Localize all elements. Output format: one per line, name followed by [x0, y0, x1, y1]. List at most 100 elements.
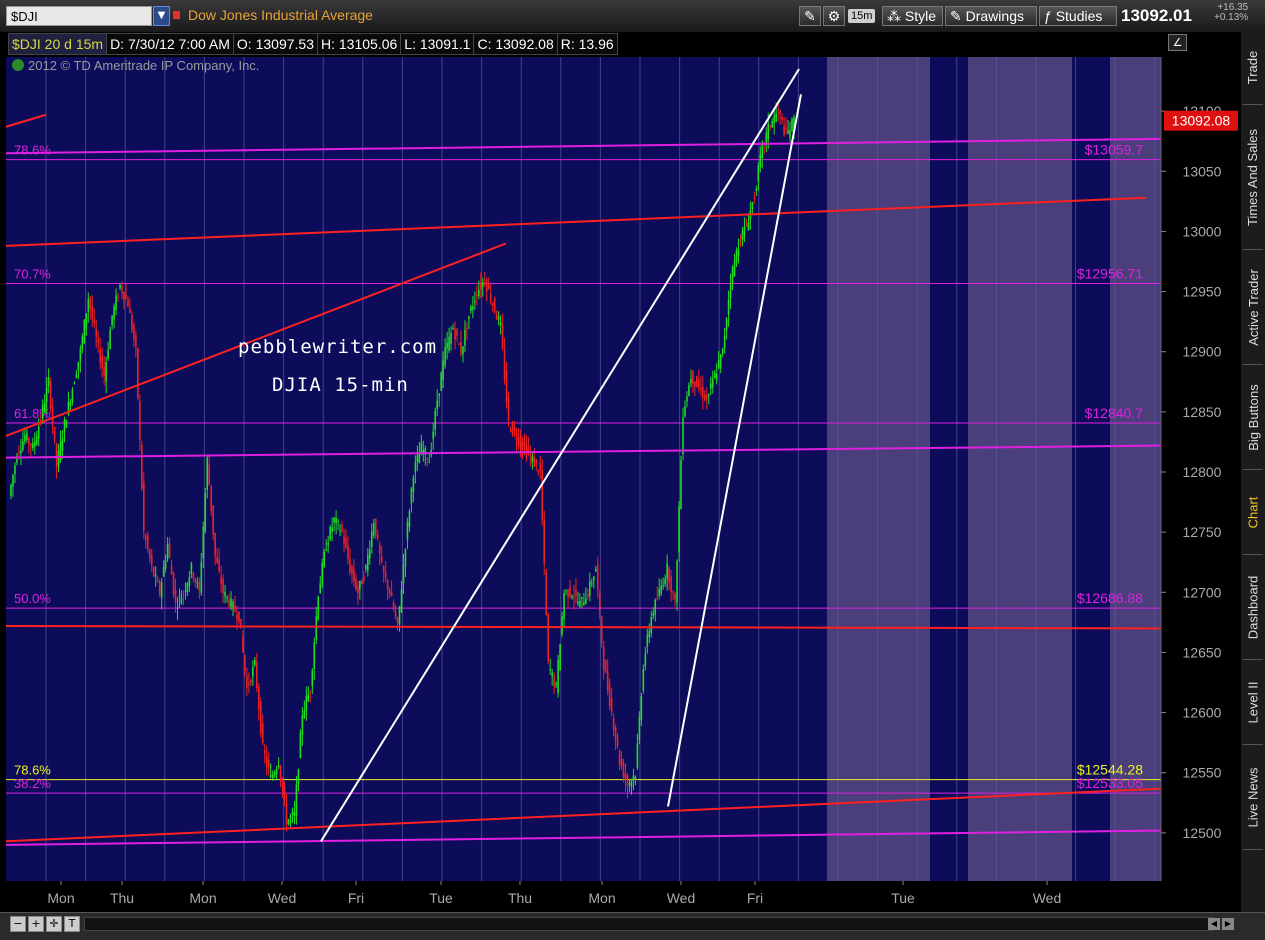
candle-body — [390, 592, 393, 597]
candle-body — [144, 534, 147, 541]
future-shade-band — [1110, 57, 1161, 881]
candle-body — [380, 556, 383, 563]
candle-body — [214, 532, 216, 556]
candle-body — [481, 282, 484, 287]
candle-body — [331, 527, 333, 533]
settings-button[interactable]: ⚙ — [823, 6, 845, 26]
candle-body — [612, 717, 615, 730]
side-tab-live-news[interactable]: Live News — [1241, 747, 1265, 847]
candle-body — [696, 376, 698, 387]
candle-body — [392, 602, 395, 610]
candle-body — [152, 566, 155, 576]
candle-body — [650, 617, 653, 634]
candle-body — [325, 549, 327, 551]
candle-body — [408, 511, 411, 527]
price-tick-label: 12500 — [1183, 825, 1222, 841]
zoom-in-button[interactable]: + — [28, 916, 44, 932]
candle-body — [690, 378, 692, 384]
style-button[interactable]: ⁂ Style — [882, 6, 943, 26]
tools-button[interactable]: ✎ — [799, 6, 821, 26]
drawings-button[interactable]: ✎ Drawings — [945, 6, 1037, 26]
time-tick-label: Mon — [588, 890, 615, 906]
candle-body — [753, 196, 756, 199]
candle-body — [234, 605, 236, 612]
candle-body — [416, 455, 419, 462]
candle-body — [232, 601, 234, 608]
candle-body — [31, 443, 34, 449]
side-tab-active-trader[interactable]: Active Trader — [1241, 252, 1265, 362]
zoom-out-button[interactable]: − — [10, 916, 26, 932]
candle-body — [636, 743, 639, 768]
candle-body — [517, 433, 520, 445]
chart-draw-button[interactable]: ∠ — [1168, 34, 1187, 51]
candle-body — [410, 488, 413, 504]
candle-body — [188, 577, 191, 586]
candle-body — [230, 598, 232, 608]
candle-body — [14, 465, 16, 474]
side-tab-chart[interactable]: Chart — [1241, 472, 1265, 552]
candle-body — [402, 565, 405, 584]
fib-percent-label: 50.0% — [14, 591, 51, 606]
candle-body — [198, 581, 201, 591]
candle-body — [414, 462, 417, 473]
candle-body — [329, 527, 331, 540]
candle-body — [321, 562, 324, 584]
time-axis-background — [0, 881, 1161, 912]
candle-body — [299, 732, 302, 758]
symbol-input[interactable]: $DJI — [6, 6, 152, 26]
scroll-right-button[interactable]: ▶ — [1222, 918, 1234, 930]
candle-body — [464, 329, 466, 346]
candle-body — [61, 438, 64, 451]
candle-body — [638, 716, 641, 740]
text-tool-button[interactable]: T — [64, 916, 80, 932]
candle-body — [620, 758, 623, 767]
scroll-left-button[interactable]: ◀ — [1208, 918, 1220, 930]
candle-body — [355, 578, 357, 590]
price-tick-label: 13050 — [1183, 163, 1222, 179]
candle-body — [63, 419, 66, 433]
time-axis: Mon Thu Mon Wed Fri Tue Thu Mon Wed Fri Tue Wed — [0, 881, 1161, 912]
candle-body — [12, 474, 14, 487]
candle-body — [154, 575, 157, 577]
candle-body — [450, 332, 452, 344]
chart-scrollbar[interactable] — [84, 917, 1214, 931]
side-tab-big-buttons[interactable]: Big Buttons — [1241, 367, 1265, 467]
magnifier-plus-icon: + — [31, 917, 41, 930]
candle-body — [707, 394, 710, 396]
candle-body — [131, 315, 133, 331]
candle-body — [41, 404, 44, 419]
candle-body — [372, 523, 375, 536]
side-tab-level-ii[interactable]: Level II — [1241, 662, 1265, 742]
candle-body — [583, 602, 585, 606]
side-tab-dashboard[interactable]: Dashboard — [1241, 557, 1265, 657]
style-label: Style — [904, 8, 937, 24]
symbol-dropdown-button[interactable]: ▼ — [153, 6, 170, 26]
side-tab-times-and-sales[interactable]: Times And Sales — [1241, 107, 1265, 247]
candle-body — [81, 336, 84, 350]
side-tab-trade[interactable]: Trade — [1241, 32, 1265, 102]
candle-body — [400, 589, 403, 612]
copyright-text: 2012 © TD Ameritrade IP Company, Inc. — [28, 58, 260, 73]
candle-body — [608, 683, 611, 707]
candle-body — [495, 314, 498, 320]
candle-body — [592, 576, 595, 581]
drawings-label: Drawings — [965, 8, 1024, 24]
fib-percent-label: 61.8% — [14, 406, 51, 421]
studies-button[interactable]: ƒ Studies — [1039, 6, 1117, 26]
candle-body — [378, 544, 381, 554]
side-tab-label: Active Trader — [1245, 268, 1261, 346]
crosshair-button[interactable]: ✛ — [46, 916, 62, 932]
candle-body — [168, 543, 171, 558]
price-chart[interactable]: 78.6% $13059.7 70.7% $12956.71 61.8% $12840.7… — [0, 32, 1241, 912]
candle-body — [783, 125, 785, 135]
candle-body — [359, 581, 361, 590]
candle-body — [129, 308, 131, 313]
candle-body — [210, 485, 213, 511]
candle-body — [206, 457, 209, 490]
change-percent: +0.13% — [1214, 12, 1249, 23]
timeframe-badge[interactable]: 15m — [848, 9, 876, 23]
candle-body — [507, 397, 510, 421]
candle-body — [269, 775, 272, 777]
candle-body — [493, 297, 496, 313]
watermark-caption: DJIA 15-min — [272, 374, 409, 396]
